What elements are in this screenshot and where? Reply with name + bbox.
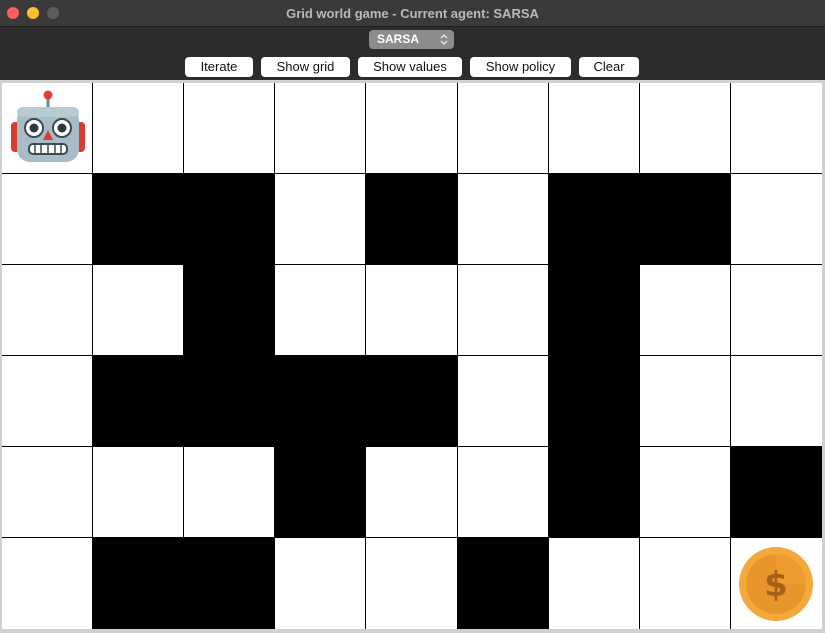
grid-cell[interactable] — [184, 447, 276, 538]
grid-cell[interactable] — [366, 538, 458, 629]
robot-icon — [11, 90, 85, 162]
wall-cell[interactable] — [548, 174, 640, 265]
window-title: Grid world game - Current agent: SARSA — [286, 6, 539, 21]
svg-text:$: $ — [764, 565, 788, 605]
toolbar: SARSA Iterate Show grid Show values Show… — [0, 27, 825, 80]
grid-cell[interactable] — [2, 174, 94, 265]
agent-select-value: SARSA — [377, 32, 420, 46]
board-frame — [0, 629, 825, 633]
grid-cell[interactable] — [184, 83, 276, 174]
coin-icon: $ — [738, 547, 813, 621]
goal-cell[interactable]: $ — [730, 538, 822, 629]
grid-cell[interactable] — [639, 265, 731, 356]
grid-cell[interactable] — [275, 83, 367, 174]
title-bar: Grid world game - Current agent: SARSA — [0, 0, 825, 27]
show-grid-button[interactable]: Show grid — [261, 57, 350, 77]
wall-cell[interactable] — [548, 265, 640, 356]
grid-cell[interactable] — [730, 174, 822, 265]
wall-cell[interactable] — [184, 174, 276, 265]
iterate-button[interactable]: Iterate — [185, 57, 253, 77]
wall-cell[interactable] — [366, 174, 458, 265]
grid-board[interactable]: $ — [2, 83, 822, 629]
wall-cell[interactable] — [93, 356, 185, 447]
grid-cell[interactable] — [275, 265, 367, 356]
show-values-button[interactable]: Show values — [358, 57, 462, 77]
grid-cell[interactable] — [2, 265, 94, 356]
wall-cell[interactable] — [184, 538, 276, 629]
grid-cell[interactable] — [2, 538, 94, 629]
select-arrows-icon — [440, 34, 448, 45]
grid-cell[interactable] — [93, 447, 185, 538]
wall-cell[interactable] — [366, 356, 458, 447]
wall-cell[interactable] — [639, 174, 731, 265]
grid-cell[interactable] — [548, 538, 640, 629]
agent-select[interactable]: SARSA — [369, 30, 454, 49]
grid-cell[interactable] — [275, 174, 367, 265]
grid-cell[interactable] — [366, 265, 458, 356]
wall-cell[interactable] — [275, 356, 367, 447]
wall-cell[interactable] — [457, 538, 549, 629]
grid-cell[interactable] — [548, 83, 640, 174]
grid-cell[interactable] — [93, 83, 185, 174]
grid-cell[interactable] — [457, 83, 549, 174]
wall-cell[interactable] — [730, 447, 822, 538]
clear-button[interactable]: Clear — [579, 57, 639, 77]
grid-cell[interactable] — [639, 447, 731, 538]
grid-cell[interactable] — [730, 83, 822, 174]
wall-cell[interactable] — [93, 538, 185, 629]
show-policy-button[interactable]: Show policy — [470, 57, 571, 77]
agent-cell[interactable] — [2, 83, 94, 174]
grid-cell[interactable] — [275, 538, 367, 629]
grid-cell[interactable] — [2, 447, 94, 538]
grid-cell[interactable] — [639, 356, 731, 447]
grid-cell[interactable] — [366, 447, 458, 538]
grid-cell[interactable] — [93, 265, 185, 356]
grid-cell[interactable] — [457, 174, 549, 265]
grid-cell[interactable] — [730, 265, 822, 356]
wall-cell[interactable] — [93, 174, 185, 265]
grid-cell[interactable] — [457, 447, 549, 538]
wall-cell[interactable] — [184, 265, 276, 356]
grid-cell[interactable] — [457, 356, 549, 447]
wall-cell[interactable] — [548, 356, 640, 447]
grid-cell[interactable] — [639, 538, 731, 629]
grid-cell[interactable] — [366, 83, 458, 174]
grid-cell[interactable] — [730, 356, 822, 447]
wall-cell[interactable] — [184, 356, 276, 447]
grid-cell[interactable] — [457, 265, 549, 356]
grid-cell[interactable] — [639, 83, 731, 174]
wall-cell[interactable] — [548, 447, 640, 538]
wall-cell[interactable] — [275, 447, 367, 538]
grid-cell[interactable] — [2, 356, 94, 447]
